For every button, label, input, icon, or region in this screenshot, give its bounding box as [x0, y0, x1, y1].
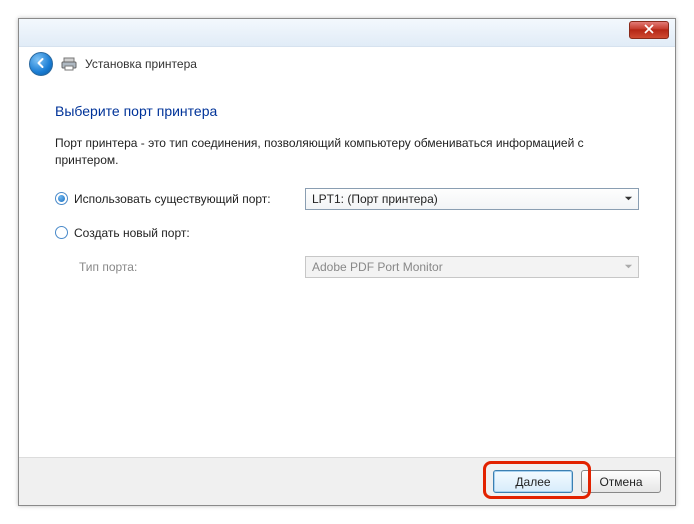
- back-button[interactable]: [29, 52, 53, 76]
- option-use-existing-row: Использовать существующий порт: LPT1: (П…: [55, 188, 639, 210]
- page-heading: Выберите порт принтера: [55, 103, 639, 119]
- port-type-row: Тип порта: Adobe PDF Port Monitor: [55, 256, 639, 278]
- wizard-window: Установка принтера Выберите порт принтер…: [18, 18, 676, 506]
- arrow-left-icon: [34, 56, 48, 73]
- next-button[interactable]: Далее: [493, 470, 573, 493]
- port-type-label: Тип порта:: [79, 260, 287, 274]
- chevron-down-icon: [624, 260, 633, 274]
- existing-port-select[interactable]: LPT1: (Порт принтера): [305, 188, 639, 210]
- radio-use-existing-label: Использовать существующий порт:: [74, 192, 271, 206]
- radio-icon: [55, 192, 68, 205]
- next-button-label: Далее: [515, 475, 550, 489]
- option-create-new-row: Создать новый порт:: [55, 226, 639, 240]
- close-button[interactable]: [629, 21, 669, 39]
- content-area: Выберите порт принтера Порт принтера - э…: [19, 81, 675, 278]
- titlebar: [19, 19, 675, 47]
- close-icon: [644, 23, 654, 37]
- port-type-value: Adobe PDF Port Monitor: [312, 260, 443, 274]
- printer-icon: [61, 56, 77, 72]
- cancel-button[interactable]: Отмена: [581, 470, 661, 493]
- chevron-down-icon: [624, 192, 633, 206]
- existing-port-value: LPT1: (Порт принтера): [312, 192, 438, 206]
- page-description: Порт принтера - это тип соединения, позв…: [55, 135, 639, 170]
- header-title: Установка принтера: [85, 57, 197, 71]
- radio-create-new-label: Создать новый порт:: [74, 226, 190, 240]
- radio-use-existing[interactable]: Использовать существующий порт:: [55, 192, 287, 206]
- header-row: Установка принтера: [19, 47, 675, 81]
- cancel-button-label: Отмена: [599, 475, 642, 489]
- radio-icon: [55, 226, 68, 239]
- footer: Далее Отмена: [19, 457, 675, 505]
- port-type-select: Adobe PDF Port Monitor: [305, 256, 639, 278]
- radio-create-new[interactable]: Создать новый порт:: [55, 226, 287, 240]
